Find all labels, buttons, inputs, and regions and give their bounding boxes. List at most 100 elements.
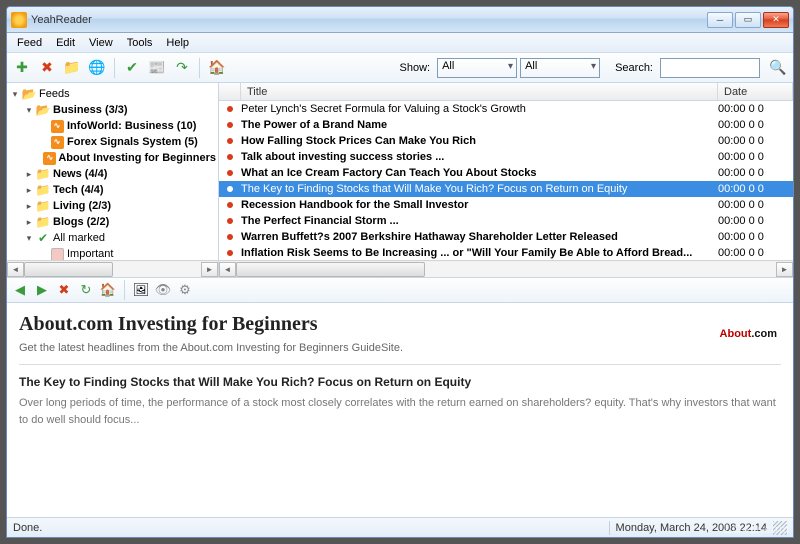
titlebar[interactable]: YeahReader ─ ▭ ✕ bbox=[7, 7, 793, 33]
list-row-date: 00:00 0 0 bbox=[718, 119, 793, 131]
list-row-title: What an Ice Cream Factory Can Teach You … bbox=[241, 167, 718, 179]
app-icon bbox=[11, 12, 27, 28]
tree-item[interactable]: ▸📁Tech (4/4) bbox=[9, 182, 216, 198]
rss-icon: ∿ bbox=[43, 151, 56, 165]
scroll-left-icon[interactable]: ◄ bbox=[219, 262, 236, 277]
unread-bullet-icon bbox=[227, 218, 233, 224]
delete-feed-icon[interactable]: ✖ bbox=[36, 57, 58, 79]
list-row[interactable]: Inflation Risk Seems to Be Increasing ..… bbox=[219, 245, 793, 260]
stop-button[interactable]: ✖ bbox=[55, 281, 73, 299]
tree-item[interactable]: ∿InfoWorld: Business (10) bbox=[9, 118, 216, 134]
search-label: Search: bbox=[615, 62, 653, 74]
refresh-icon[interactable]: 🌐 bbox=[86, 57, 108, 79]
rss-icon: ∿ bbox=[49, 135, 65, 149]
scroll-track[interactable] bbox=[236, 262, 776, 277]
forward-button[interactable]: ▶ bbox=[33, 281, 51, 299]
scroll-right-icon[interactable]: ► bbox=[201, 262, 218, 277]
add-folder-icon[interactable]: 📁 bbox=[61, 57, 83, 79]
tree-item-label: Important bbox=[67, 246, 113, 260]
list-row-title: Recession Handbook for the Small Investo… bbox=[241, 199, 718, 211]
list-scrollbar[interactable]: ◄ ► bbox=[219, 260, 793, 277]
expand-toggle-icon[interactable]: ▾ bbox=[23, 102, 35, 118]
scroll-track[interactable] bbox=[24, 262, 201, 277]
list-row-date: 00:00 0 0 bbox=[718, 215, 793, 227]
menu-edit[interactable]: Edit bbox=[50, 35, 81, 51]
browser-home-icon[interactable]: 🏠 bbox=[99, 281, 117, 299]
folder-icon: 📁 bbox=[35, 167, 51, 181]
tree-item-label: Feeds bbox=[39, 86, 70, 102]
unread-bullet-icon bbox=[227, 250, 233, 256]
resize-grip[interactable] bbox=[773, 521, 787, 535]
tree-item[interactable]: ▸📁News (4/4) bbox=[9, 166, 216, 182]
list-row-date: 00:00 0 0 bbox=[718, 247, 793, 259]
minimize-button[interactable]: ─ bbox=[707, 12, 733, 28]
tree-item[interactable]: ▾📂Business (3/3) bbox=[9, 102, 216, 118]
scroll-thumb[interactable] bbox=[24, 262, 113, 277]
settings-icon[interactable]: ⚙ bbox=[176, 281, 194, 299]
add-feed-icon[interactable]: ✚ bbox=[11, 57, 33, 79]
show-filter-1[interactable]: All bbox=[437, 58, 517, 78]
tree-item[interactable]: ∿About Investing for Beginners bbox=[9, 150, 216, 166]
tag-icon bbox=[49, 247, 65, 260]
list-row[interactable]: Peter Lynch's Secret Formula for Valuing… bbox=[219, 101, 793, 117]
expand-toggle-icon[interactable]: ▸ bbox=[23, 166, 35, 182]
tree-item-label: InfoWorld: Business (10) bbox=[67, 118, 196, 134]
sidebar-scrollbar[interactable]: ◄ ► bbox=[7, 260, 218, 277]
tree-item[interactable]: Important bbox=[9, 246, 216, 260]
close-button[interactable]: ✕ bbox=[763, 12, 789, 28]
mark-unread-icon[interactable]: 📰 bbox=[146, 57, 168, 79]
search-input[interactable] bbox=[660, 58, 760, 78]
back-button[interactable]: ◀ bbox=[11, 281, 29, 299]
list-row-title: The Key to Finding Stocks that Will Make… bbox=[241, 183, 718, 195]
home-icon[interactable]: 🏠 bbox=[206, 57, 228, 79]
feed-tree[interactable]: ▾📂Feeds▾📂Business (3/3)∿InfoWorld: Busin… bbox=[7, 83, 218, 260]
scroll-thumb[interactable] bbox=[236, 262, 425, 277]
folder-icon: 📂 bbox=[35, 103, 51, 117]
tree-item[interactable]: ▾📂Feeds bbox=[9, 86, 216, 102]
list-row[interactable]: Recession Handbook for the Small Investo… bbox=[219, 197, 793, 213]
article-body: Over long periods of time, the performan… bbox=[19, 395, 781, 428]
list-row[interactable]: The Power of a Brand Name00:00 0 0 bbox=[219, 117, 793, 133]
refresh-button[interactable]: ↻ bbox=[77, 281, 95, 299]
menu-help[interactable]: Help bbox=[160, 35, 195, 51]
list-row[interactable]: Warren Buffett?s 2007 Berkshire Hathaway… bbox=[219, 229, 793, 245]
expand-toggle-icon[interactable]: ▾ bbox=[23, 230, 35, 246]
list-row-title: The Power of a Brand Name bbox=[241, 119, 718, 131]
expand-toggle-icon[interactable]: ▸ bbox=[23, 214, 35, 230]
list-row[interactable]: How Falling Stock Prices Can Make You Ri… bbox=[219, 133, 793, 149]
menu-tools[interactable]: Tools bbox=[121, 35, 159, 51]
unread-bullet-icon bbox=[227, 106, 233, 112]
menu-view[interactable]: View bbox=[83, 35, 119, 51]
menubar: Feed Edit View Tools Help bbox=[7, 33, 793, 53]
expand-toggle-icon[interactable]: ▸ bbox=[23, 182, 35, 198]
list-row[interactable]: What an Ice Cream Factory Can Teach You … bbox=[219, 165, 793, 181]
list-row[interactable]: The Perfect Financial Storm ...00:00 0 0 bbox=[219, 213, 793, 229]
unread-bullet-icon bbox=[227, 186, 233, 192]
col-title[interactable]: Title bbox=[241, 83, 718, 100]
tree-item-label: Living (2/3) bbox=[53, 198, 111, 214]
scroll-left-icon[interactable]: ◄ bbox=[7, 262, 24, 277]
expand-toggle-icon[interactable]: ▸ bbox=[23, 198, 35, 214]
col-flag[interactable] bbox=[219, 83, 241, 100]
list-row[interactable]: The Key to Finding Stocks that Will Make… bbox=[219, 181, 793, 197]
view-mode-icon[interactable]: 👁 bbox=[154, 281, 172, 299]
search-button[interactable]: 🔍 bbox=[767, 58, 789, 78]
expand-toggle-icon[interactable]: ▾ bbox=[9, 86, 21, 102]
tree-item[interactable]: ▸📁Blogs (2/2) bbox=[9, 214, 216, 230]
col-date[interactable]: Date bbox=[718, 83, 793, 100]
show-filter-2[interactable]: All bbox=[520, 58, 600, 78]
tree-item[interactable]: ▾✔All marked bbox=[9, 230, 216, 246]
menu-feed[interactable]: Feed bbox=[11, 35, 48, 51]
list-row-title: Inflation Risk Seems to Be Increasing ..… bbox=[241, 247, 718, 259]
tree-item[interactable]: ∿Forex Signals System (5) bbox=[9, 134, 216, 150]
tree-item[interactable]: ▸📁Living (2/3) bbox=[9, 198, 216, 214]
export-icon[interactable]: ↷ bbox=[171, 57, 193, 79]
list-row[interactable]: Talk about investing success stories ...… bbox=[219, 149, 793, 165]
scroll-right-icon[interactable]: ► bbox=[776, 262, 793, 277]
image-toggle-icon[interactable]: 🖼 bbox=[132, 281, 150, 299]
maximize-button[interactable]: ▭ bbox=[735, 12, 761, 28]
mark-read-icon[interactable]: ✔ bbox=[121, 57, 143, 79]
article-list[interactable]: Peter Lynch's Secret Formula for Valuing… bbox=[219, 101, 793, 260]
folder-icon: 📁 bbox=[35, 199, 51, 213]
unread-bullet-icon bbox=[227, 170, 233, 176]
